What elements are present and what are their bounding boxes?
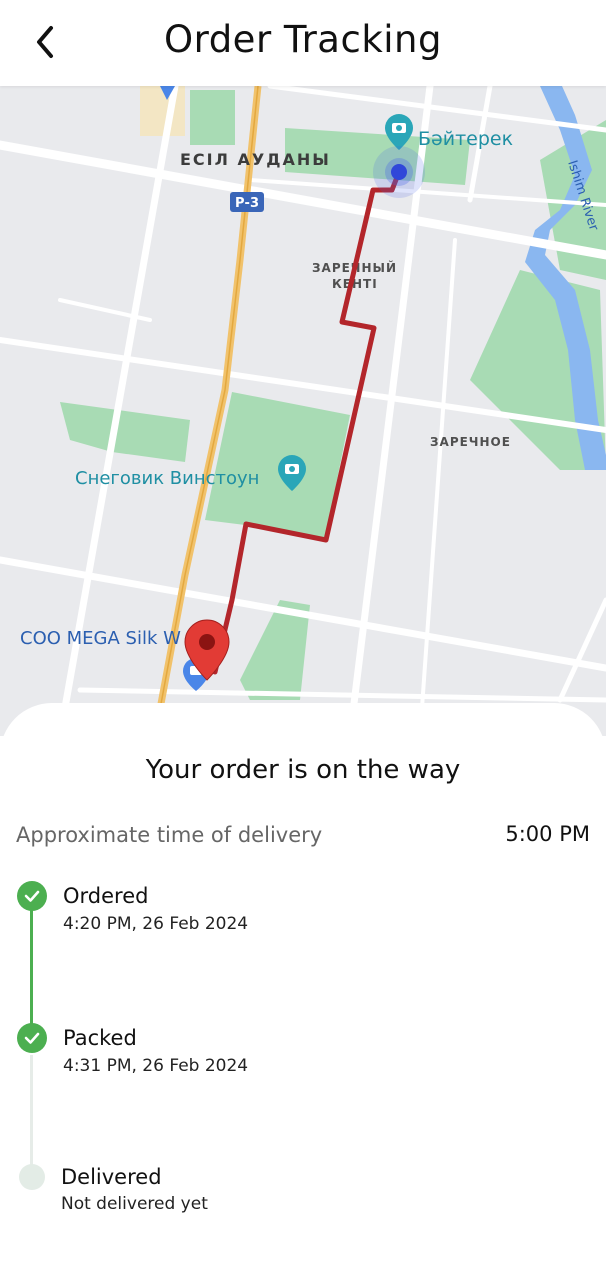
zarechny-label-2: КЕНТІ <box>332 277 378 291</box>
mall-label: COO MEGA Silk W <box>20 628 181 649</box>
step-ordered-check-icon <box>17 881 47 911</box>
timeline-line-done <box>30 895 33 1039</box>
baiterek-label: Бәйтерек <box>418 128 513 150</box>
road-shield-label: Р-3 <box>235 196 259 211</box>
order-status-sheet: Your order is on the way Approximate tim… <box>0 703 606 1280</box>
step-packed-time: 4:31 PM, 26 Feb 2024 <box>63 1056 249 1076</box>
step-packed-check-icon <box>17 1023 47 1053</box>
eta-value: 5:00 PM <box>505 822 590 846</box>
app-header: Order Tracking <box>0 0 606 86</box>
step-packed-title: Packed <box>63 1026 137 1050</box>
step-delivered-pending-icon <box>19 1164 45 1190</box>
step-ordered-time: 4:20 PM, 26 Feb 2024 <box>63 914 249 934</box>
zarechnoe-label: ЗАРЕЧНОЕ <box>430 435 511 449</box>
step-delivered-status: Not delivered yet <box>61 1194 208 1214</box>
eta-label: Approximate time of delivery <box>16 823 323 847</box>
step-ordered-title: Ordered <box>63 884 149 908</box>
courier-location-marker <box>373 146 425 198</box>
timeline-line-pending <box>30 1055 33 1175</box>
page-title: Order Tracking <box>164 18 442 61</box>
map-view[interactable]: Р-3 ЕСІЛ АУДАНЫ ЗАРЕЧНЫЙ КЕНТІ ЗАРЕЧНОЕ … <box>0 86 606 736</box>
district-label: ЕСІЛ АУДАНЫ <box>180 150 331 169</box>
order-status-title: Your order is on the way <box>145 755 461 785</box>
step-delivered-title: Delivered <box>61 1165 162 1189</box>
snowman-label: Снеговик Винстоун <box>75 468 259 489</box>
